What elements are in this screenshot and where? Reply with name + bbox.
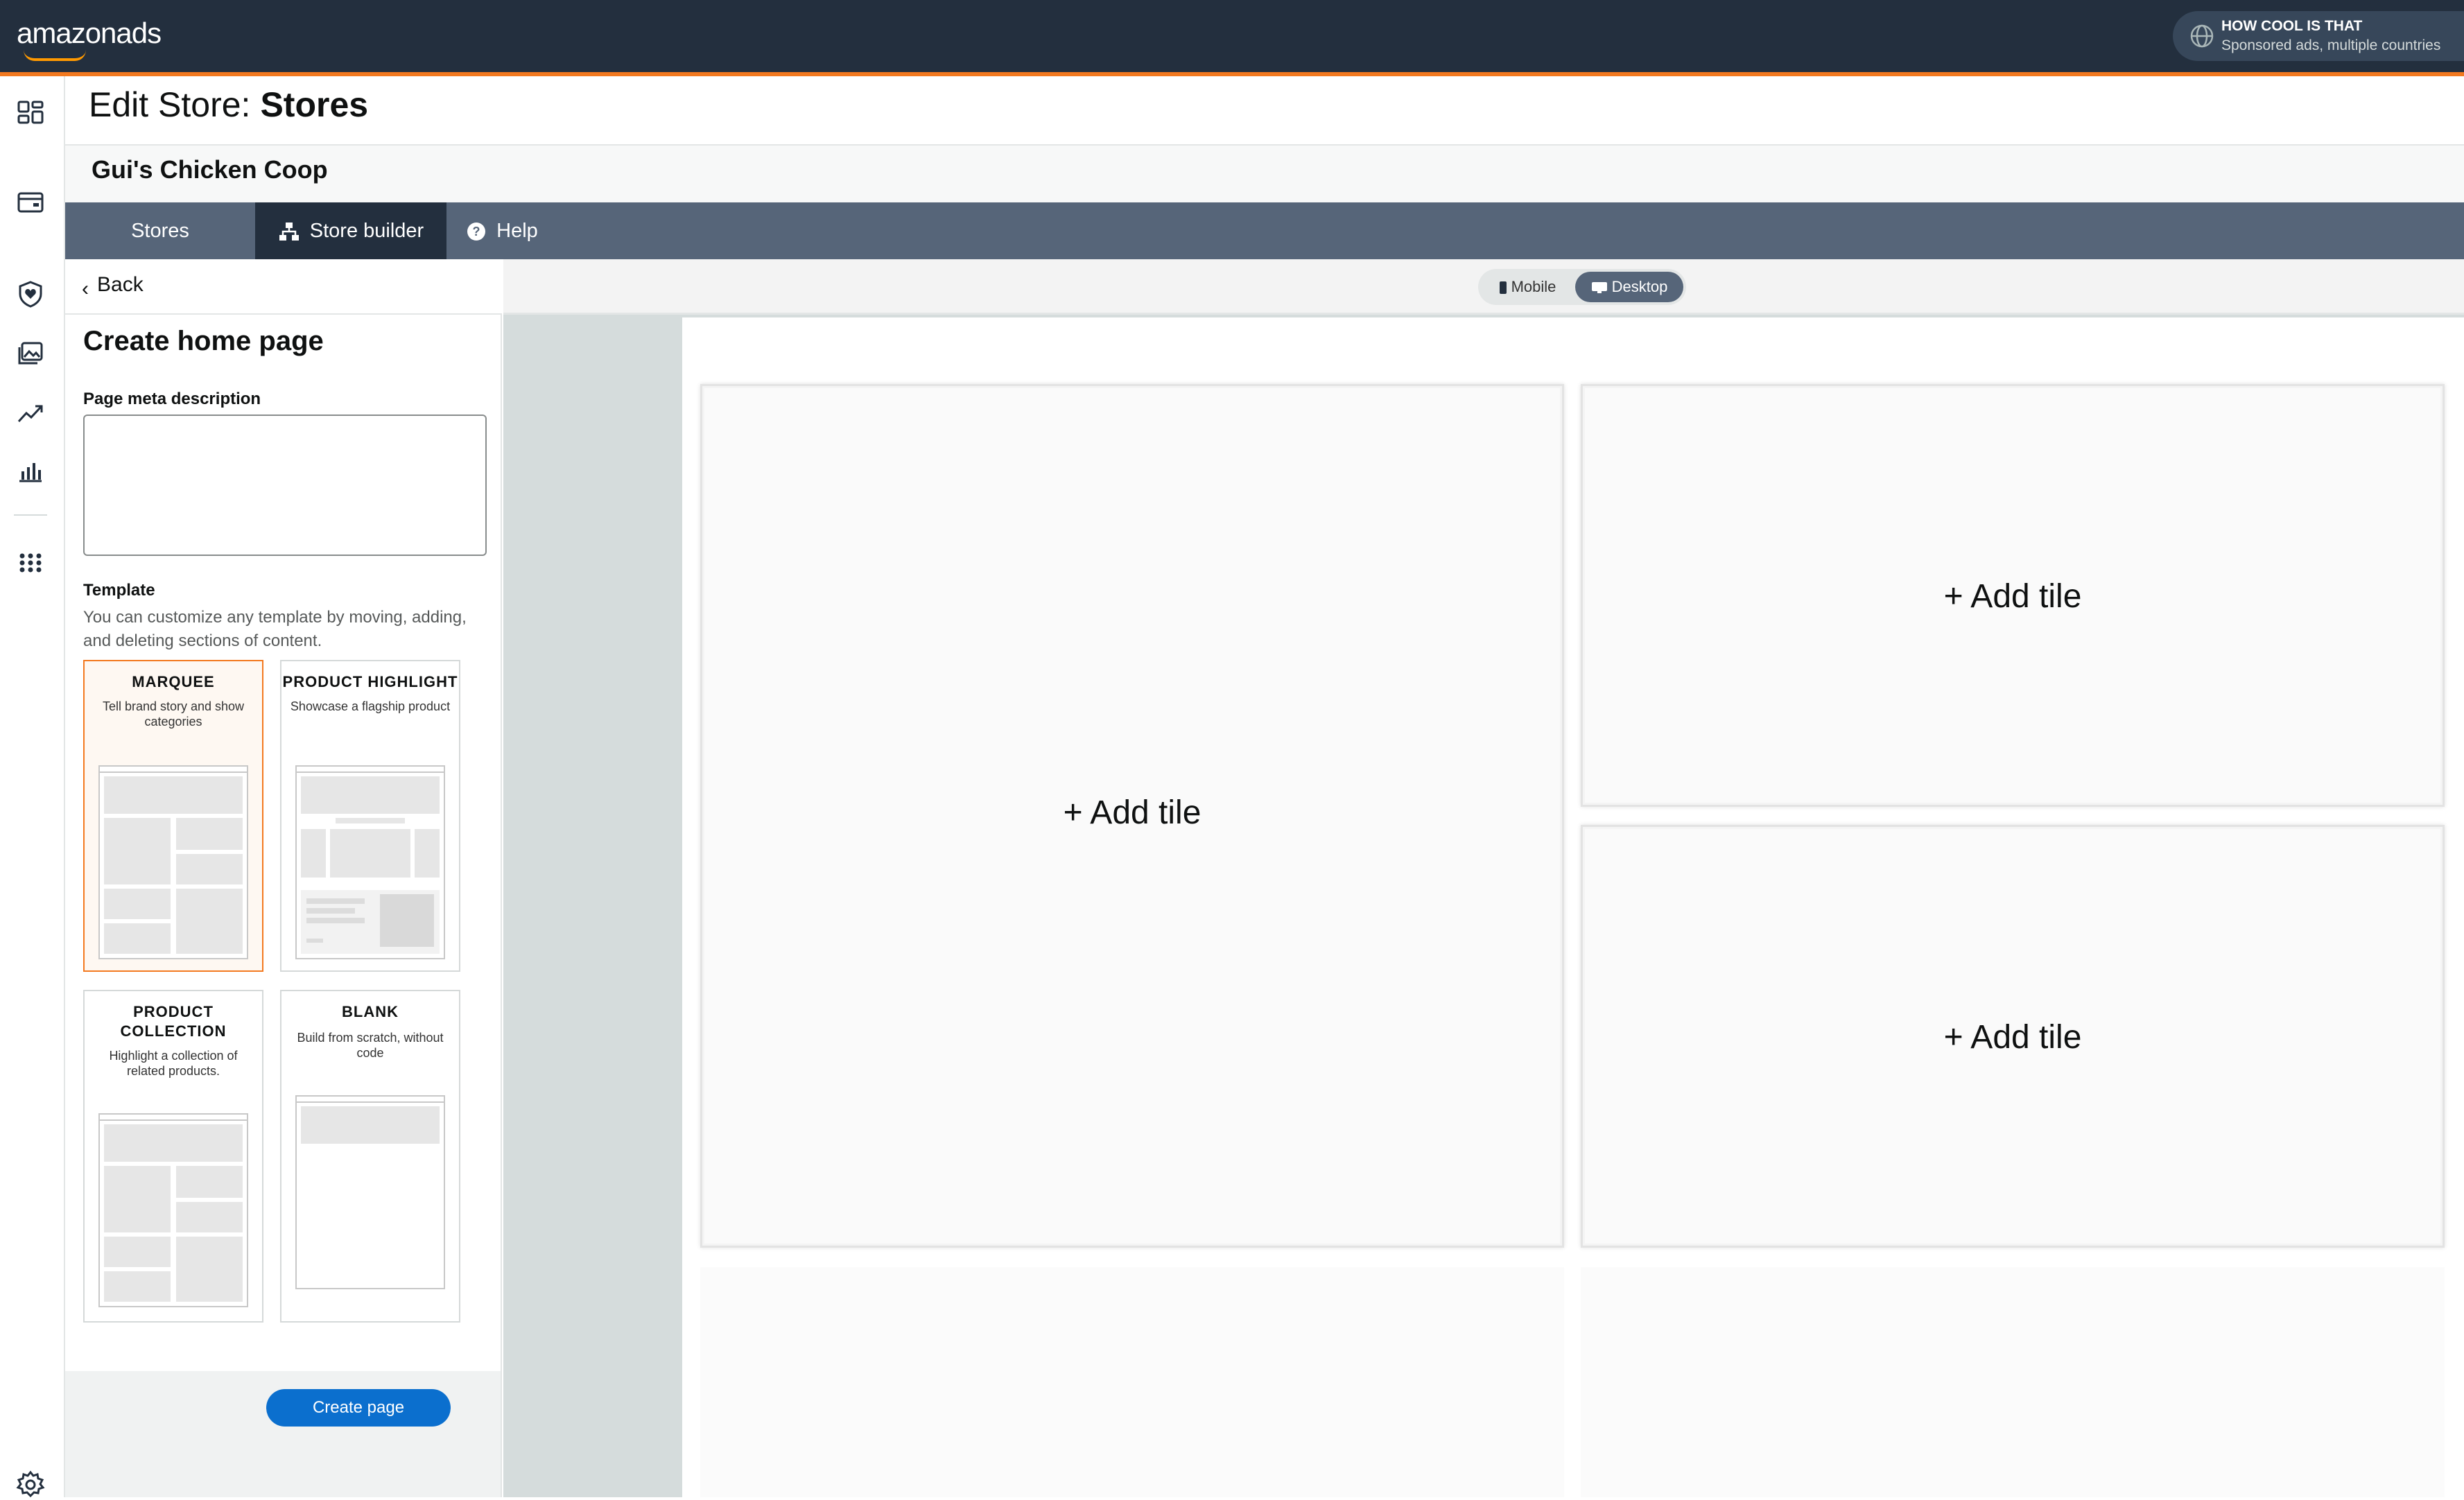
trending-up-icon[interactable]: [15, 398, 46, 428]
nav-divider: [14, 514, 47, 516]
page-title-store: Stores: [260, 85, 369, 124]
top-bar: amazonads HOW COOL IS THAT Sponsored ads…: [0, 0, 2464, 72]
logo-suffix: ads: [116, 17, 162, 49]
tab-help[interactable]: ? Help: [446, 202, 557, 259]
canvas-toolbar: Mobile Desktop: [503, 259, 2464, 315]
add-tile-label: + Add tile: [1943, 1019, 2082, 1056]
store-name: Gui's Chicken Coop: [92, 155, 328, 184]
tab-bar: Stores Store builder ? Help: [65, 202, 2464, 259]
logo-prefix: amazon: [17, 17, 116, 49]
add-tile-label: + Add tile: [1943, 578, 2082, 615]
settings-gear-icon[interactable]: [15, 1470, 46, 1500]
account-name: HOW COOL IS THAT: [2221, 18, 2363, 34]
add-tile-label: + Add tile: [1063, 794, 1201, 831]
add-tile-bottom-right[interactable]: + Add tile: [1581, 825, 2445, 1248]
device-toggle: Mobile Desktop: [1478, 269, 1686, 305]
panel-heading: Create home page: [83, 326, 324, 356]
marquee-preview-icon: [98, 765, 248, 959]
template-card-marquee[interactable]: MARQUEE Tell brand story and show catego…: [83, 660, 263, 972]
mobile-view-label: Mobile: [1511, 278, 1556, 295]
template-title: PRODUCT COLLECTION: [120, 1003, 227, 1040]
help-circle-icon: ?: [467, 223, 486, 241]
create-page-panel: ‹ Back Create home page Page meta descri…: [65, 259, 502, 1497]
media-gallery-icon[interactable]: [15, 338, 46, 369]
template-desc: Highlight a collection of related produc…: [109, 1049, 238, 1078]
product-collection-preview-icon: [98, 1113, 248, 1307]
desktop-view-button[interactable]: Desktop: [1575, 272, 1683, 302]
panel-footer: Create page: [65, 1371, 501, 1497]
amazon-ads-logo[interactable]: amazonads: [17, 17, 162, 61]
preview-canvas: + Add tile + Add tile + Add tile: [503, 315, 2464, 1497]
add-tile-top-right[interactable]: + Add tile: [1581, 384, 2445, 807]
template-card-product-collection[interactable]: PRODUCT COLLECTION Highlight a collectio…: [83, 990, 263, 1323]
logo-smile-icon: [24, 50, 86, 61]
tile-placeholder: [1581, 1267, 2445, 1497]
left-nav: [0, 76, 65, 1500]
tab-stores-label: Stores: [131, 220, 189, 242]
template-desc: Build from scratch, without code: [297, 1031, 444, 1060]
add-tile-large[interactable]: + Add tile: [700, 384, 1564, 1248]
desktop-monitor-icon: [1591, 282, 1607, 294]
desktop-view-label: Desktop: [1611, 278, 1668, 295]
template-card-blank[interactable]: BLANK Build from scratch, without code: [280, 990, 460, 1323]
page-title: Edit Store: Stores: [89, 85, 368, 125]
tab-help-label: Help: [496, 220, 538, 242]
meta-description-input[interactable]: [83, 415, 487, 556]
template-title: MARQUEE: [132, 673, 215, 690]
template-title: BLANK: [342, 1003, 399, 1020]
tab-store-builder[interactable]: Store builder: [255, 202, 446, 259]
dashboard-icon[interactable]: [15, 97, 46, 128]
back-label: Back: [97, 273, 144, 296]
back-link[interactable]: ‹ Back: [65, 259, 502, 315]
page-title-bar: Edit Store: Stores: [65, 76, 2464, 146]
template-label: Template: [83, 581, 155, 600]
template-desc: Tell brand story and show categories: [102, 699, 245, 729]
product-highlight-preview-icon: [295, 765, 445, 959]
template-title: PRODUCT HIGHLIGHT: [282, 673, 458, 690]
tile-placeholder: [700, 1267, 1564, 1497]
sitemap-icon: [279, 223, 299, 241]
chevron-left-icon: ‹: [82, 277, 89, 300]
mobile-phone-icon: [1499, 281, 1507, 295]
svg-text:?: ?: [473, 225, 480, 238]
meta-description-label: Page meta description: [83, 390, 261, 408]
blank-preview-icon: [295, 1095, 445, 1289]
globe-icon: [2190, 24, 2214, 48]
apps-grid-icon[interactable]: [15, 548, 46, 578]
account-switcher[interactable]: HOW COOL IS THAT Sponsored ads, multiple…: [2173, 11, 2464, 61]
page-title-prefix: Edit Store:: [89, 85, 251, 124]
mobile-view-button[interactable]: Mobile: [1481, 272, 1574, 302]
template-card-product-highlight[interactable]: PRODUCT HIGHLIGHT Showcase a flagship pr…: [280, 660, 460, 972]
tab-store-builder-label: Store builder: [309, 220, 424, 242]
store-name-bar: Gui's Chicken Coop: [65, 146, 2464, 202]
template-desc: Showcase a flagship product: [290, 699, 451, 713]
tab-stores[interactable]: Stores: [65, 202, 255, 259]
store-page-preview: + Add tile + Add tile + Add tile: [682, 317, 2464, 1497]
create-page-button[interactable]: Create page: [266, 1389, 451, 1427]
wallet-icon[interactable]: [15, 187, 46, 218]
account-subtitle: Sponsored ads, multiple countries: [2221, 37, 2441, 53]
shield-heart-icon[interactable]: [15, 279, 46, 309]
template-help-text: You can customize any template by moving…: [83, 608, 467, 650]
bar-chart-icon[interactable]: [15, 456, 46, 487]
